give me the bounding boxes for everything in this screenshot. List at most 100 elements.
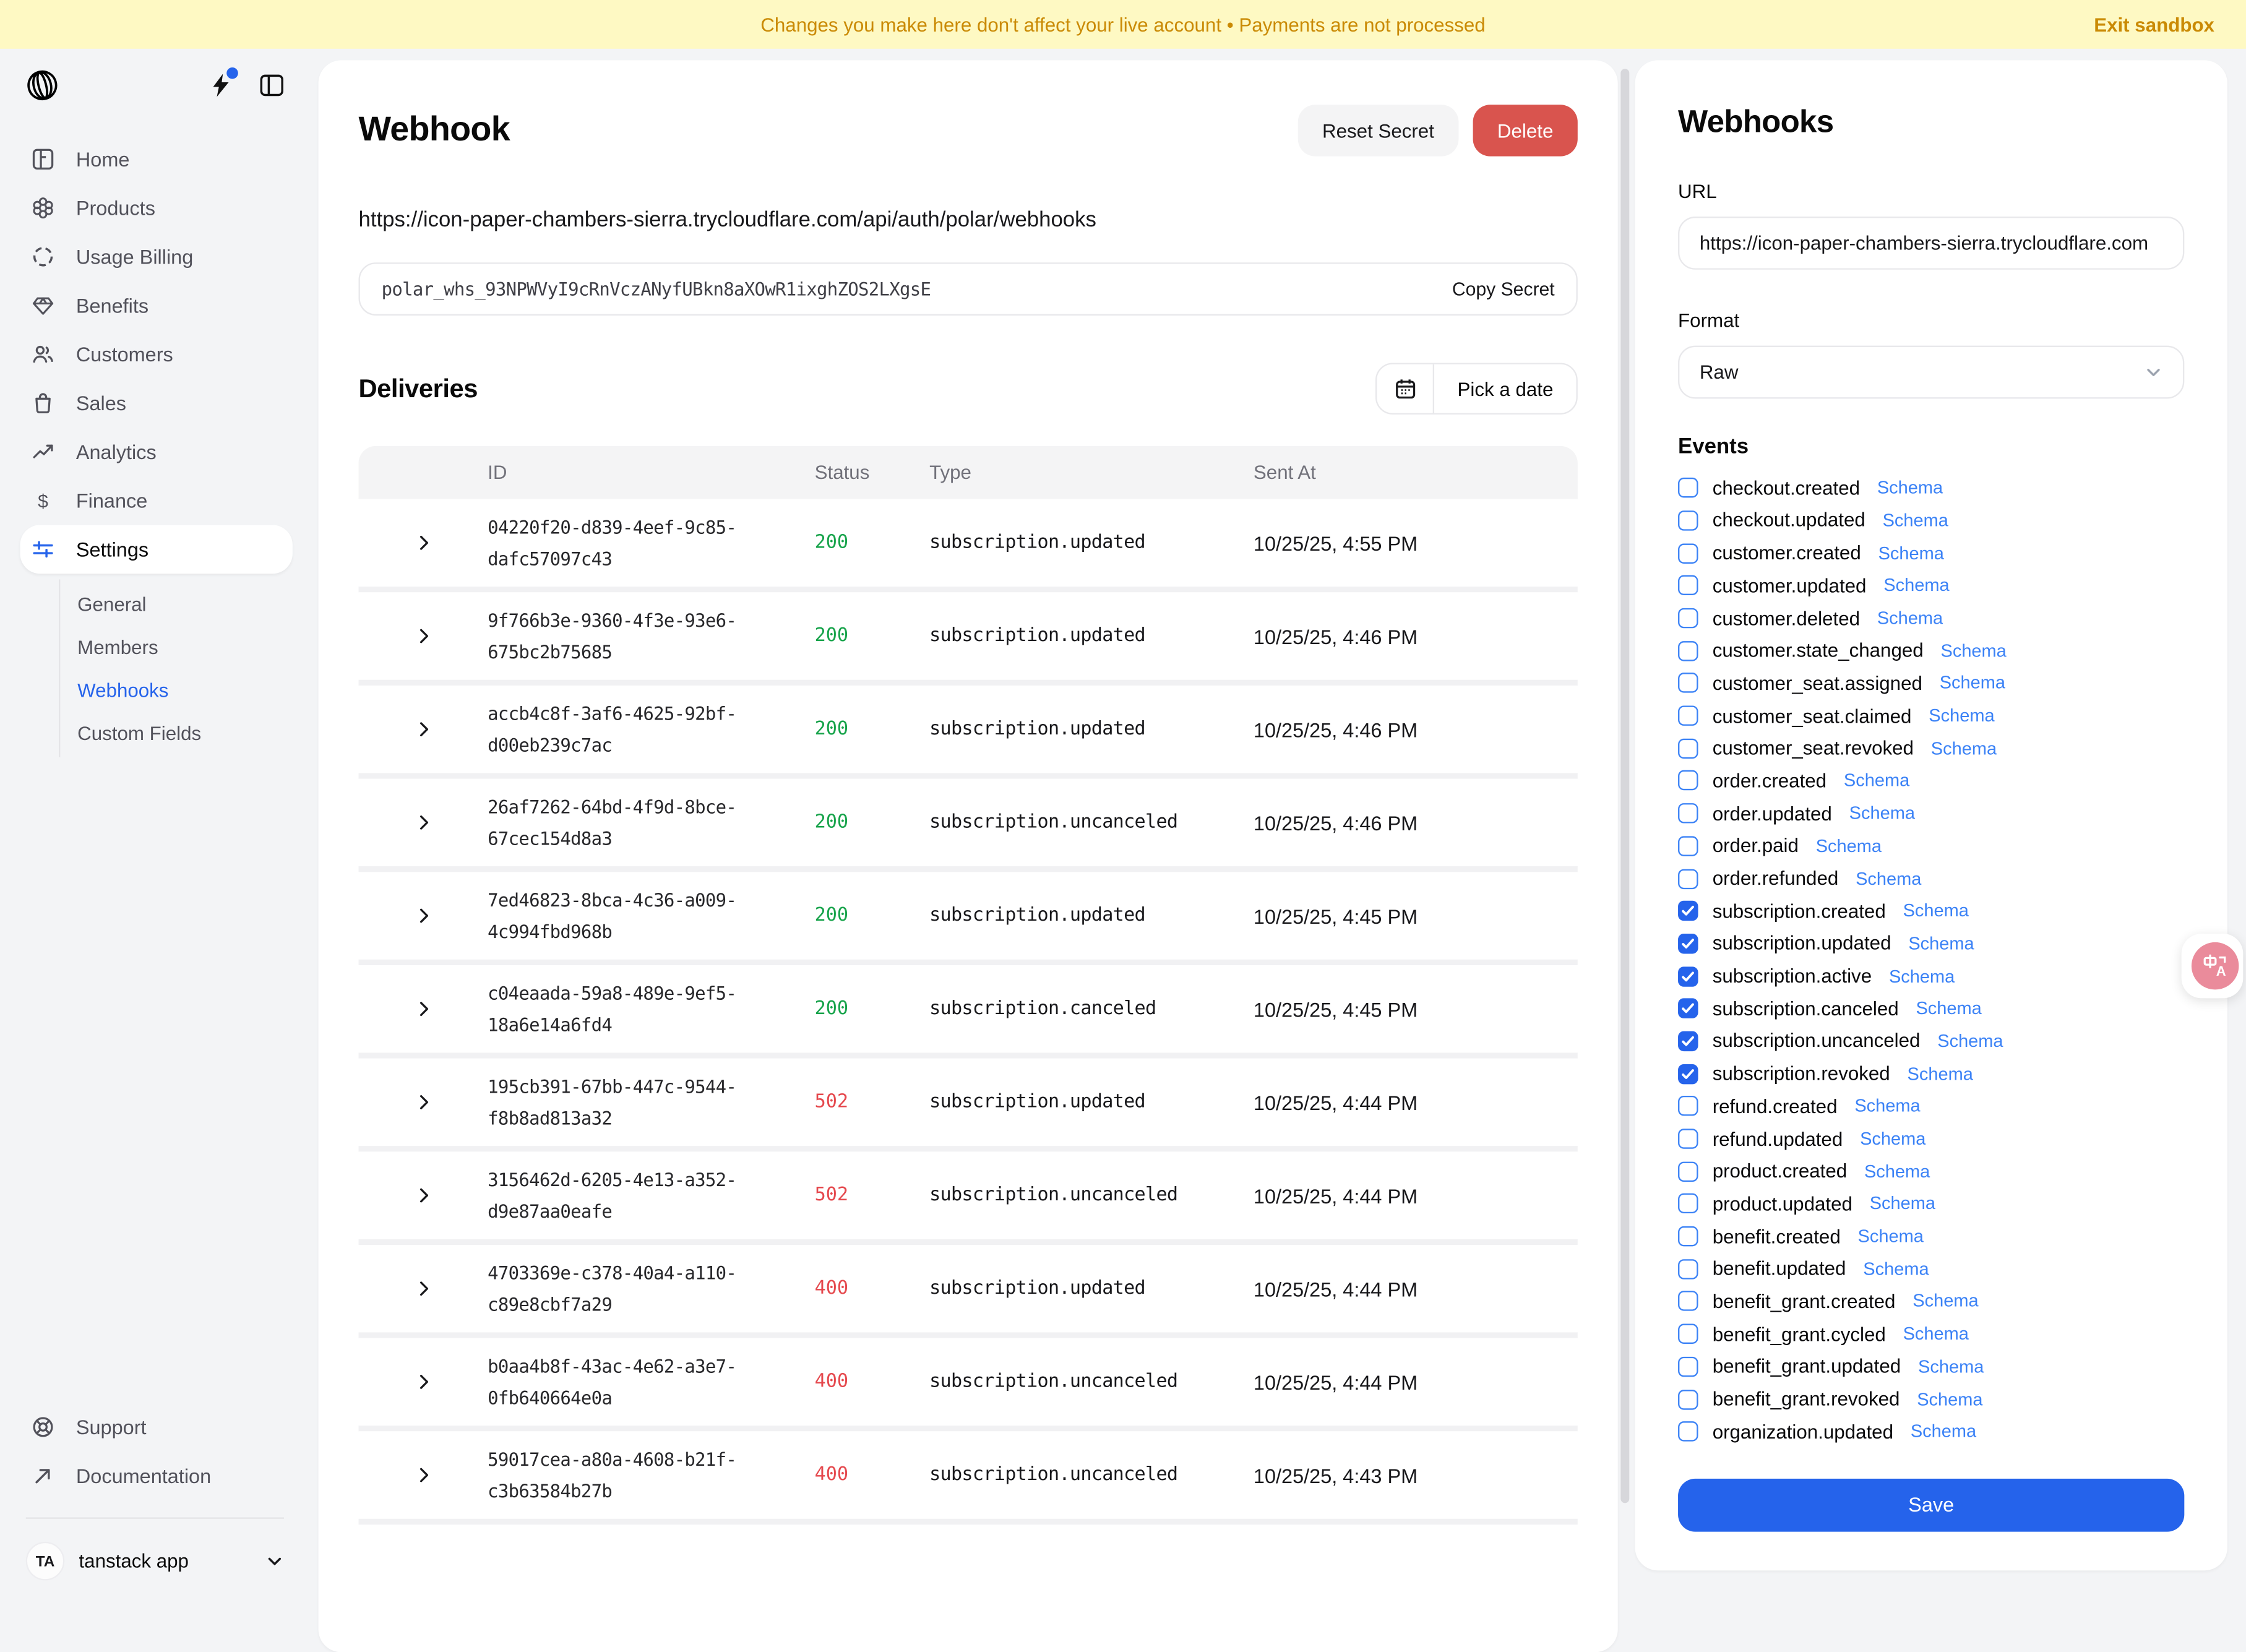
expand-row-chevron-icon[interactable]	[359, 998, 488, 1020]
pick-date-button[interactable]: Pick a date	[1375, 363, 1577, 414]
translate-icon[interactable]: A	[2192, 942, 2239, 989]
sidebar-item-finance[interactable]: $ Finance	[0, 476, 312, 525]
schema-link[interactable]: Schema	[1870, 1194, 1935, 1214]
event-checkbox[interactable]	[1678, 1389, 1698, 1409]
event-checkbox[interactable]	[1678, 608, 1698, 628]
delivery-row[interactable]: accb4c8f-3af6-4625-92bf-d00eb239c7ac 200…	[359, 686, 1578, 779]
expand-row-chevron-icon[interactable]	[359, 718, 488, 740]
delivery-row[interactable]: 04220f20-d839-4eef-9c85-dafc57097c43 200…	[359, 499, 1578, 593]
event-checkbox[interactable]	[1678, 1064, 1698, 1083]
delivery-row[interactable]: 195cb391-67bb-447c-9544-f8b8ad813a32 502…	[359, 1059, 1578, 1152]
event-checkbox[interactable]	[1678, 641, 1698, 661]
schema-link[interactable]: Schema	[1889, 966, 1955, 986]
schema-link[interactable]: Schema	[1931, 738, 1997, 758]
event-checkbox[interactable]	[1678, 869, 1698, 888]
save-button[interactable]: Save	[1678, 1478, 2184, 1531]
delete-button[interactable]: Delete	[1473, 105, 1578, 156]
schema-link[interactable]: Schema	[1937, 1031, 2003, 1051]
delivery-row[interactable]: 26af7262-64bd-4f9d-8bce-67cec154d8a3 200…	[359, 779, 1578, 872]
sidebar-item-home[interactable]: Home	[0, 135, 312, 184]
event-checkbox[interactable]	[1678, 966, 1698, 986]
schema-link[interactable]: Schema	[1856, 869, 1921, 888]
sidebar-item-products[interactable]: Products	[0, 184, 312, 233]
expand-row-chevron-icon[interactable]	[359, 626, 488, 647]
event-checkbox[interactable]	[1678, 1161, 1698, 1181]
schema-link[interactable]: Schema	[1863, 1259, 1929, 1279]
sidebar-item-benefits[interactable]: Benefits	[0, 281, 312, 330]
event-checkbox[interactable]	[1678, 510, 1698, 530]
sidebar-item-members[interactable]: Members	[60, 626, 312, 669]
schema-link[interactable]: Schema	[1858, 1226, 1924, 1246]
schema-link[interactable]: Schema	[1911, 1422, 1976, 1442]
event-checkbox[interactable]	[1678, 1324, 1698, 1344]
schema-link[interactable]: Schema	[1908, 934, 1974, 953]
expand-row-chevron-icon[interactable]	[359, 1465, 488, 1486]
sidebar-item-general[interactable]: General	[60, 582, 312, 626]
event-checkbox[interactable]	[1678, 706, 1698, 726]
schema-link[interactable]: Schema	[1877, 478, 1943, 498]
delivery-row[interactable]: c04eaada-59a8-489e-9ef5-18a6e14a6fd4 200…	[359, 965, 1578, 1059]
schema-link[interactable]: Schema	[1917, 1389, 1982, 1409]
schema-link[interactable]: Schema	[1877, 608, 1943, 628]
schema-link[interactable]: Schema	[1864, 1161, 1930, 1181]
exit-sandbox-link[interactable]: Exit sandbox	[2094, 14, 2214, 35]
schema-link[interactable]: Schema	[1903, 901, 1969, 921]
event-checkbox[interactable]	[1678, 771, 1698, 791]
format-select[interactable]: Raw	[1678, 346, 2184, 399]
schema-link[interactable]: Schema	[1908, 1064, 1973, 1083]
event-checkbox[interactable]	[1678, 1422, 1698, 1442]
copy-secret-button[interactable]: Copy Secret	[1452, 278, 1555, 300]
event-checkbox[interactable]	[1678, 1194, 1698, 1214]
expand-row-chevron-icon[interactable]	[359, 1091, 488, 1113]
event-checkbox[interactable]	[1678, 1031, 1698, 1051]
sidebar-item-analytics[interactable]: Analytics	[0, 428, 312, 476]
schema-link[interactable]: Schema	[1941, 641, 2007, 661]
event-checkbox[interactable]	[1678, 1259, 1698, 1279]
schema-link[interactable]: Schema	[1903, 1324, 1969, 1344]
schema-link[interactable]: Schema	[1844, 771, 1909, 791]
event-checkbox[interactable]	[1678, 1129, 1698, 1148]
expand-row-chevron-icon[interactable]	[359, 812, 488, 833]
notifications-bolt-icon[interactable]	[211, 72, 231, 97]
sidebar-item-sales[interactable]: Sales	[0, 379, 312, 428]
expand-row-chevron-icon[interactable]	[359, 1371, 488, 1393]
schema-link[interactable]: Schema	[1854, 1096, 1920, 1116]
polar-logo-icon[interactable]	[26, 68, 59, 101]
sidebar-item-custom-fields[interactable]: Custom Fields	[60, 712, 312, 755]
event-checkbox[interactable]	[1678, 1226, 1698, 1246]
expand-row-chevron-icon[interactable]	[359, 1278, 488, 1299]
sidebar-item-support[interactable]: Support	[0, 1403, 312, 1452]
collapse-sidebar-icon[interactable]	[260, 72, 284, 97]
delivery-row[interactable]: 4703369e-c378-40a4-a110-c89e8cbf7a29 400…	[359, 1245, 1578, 1338]
reset-secret-button[interactable]: Reset Secret	[1298, 105, 1459, 156]
schema-link[interactable]: Schema	[1918, 1357, 1984, 1377]
schema-link[interactable]: Schema	[1883, 575, 1949, 595]
sidebar-item-customers[interactable]: Customers	[0, 330, 312, 379]
sidebar-item-usage-billing[interactable]: Usage Billing	[0, 233, 312, 282]
schema-link[interactable]: Schema	[1849, 803, 1915, 823]
event-checkbox[interactable]	[1678, 575, 1698, 595]
event-checkbox[interactable]	[1678, 1357, 1698, 1377]
schema-link[interactable]: Schema	[1929, 706, 1994, 726]
event-checkbox[interactable]	[1678, 803, 1698, 823]
expand-row-chevron-icon[interactable]	[359, 532, 488, 554]
schema-link[interactable]: Schema	[1860, 1129, 1925, 1148]
event-checkbox[interactable]	[1678, 901, 1698, 921]
expand-row-chevron-icon[interactable]	[359, 905, 488, 927]
event-checkbox[interactable]	[1678, 999, 1698, 1018]
event-checkbox[interactable]	[1678, 1096, 1698, 1116]
schema-link[interactable]: Schema	[1878, 543, 1944, 563]
delivery-row[interactable]: 7ed46823-8bca-4c36-a009-4c994fbd968b 200…	[359, 872, 1578, 965]
event-checkbox[interactable]	[1678, 1291, 1698, 1311]
org-switcher[interactable]: TA tanstack app	[0, 1530, 312, 1598]
schema-link[interactable]: Schema	[1913, 1291, 1978, 1311]
schema-link[interactable]: Schema	[1816, 836, 1882, 856]
schema-link[interactable]: Schema	[1940, 673, 2005, 693]
sidebar-item-documentation[interactable]: Documentation	[0, 1452, 312, 1500]
delivery-row[interactable]: 9f766b3e-9360-4f3e-93e6-675bc2b75685 200…	[359, 592, 1578, 686]
delivery-row[interactable]: 3156462d-6205-4e13-a352-d9e87aa0eafe 502…	[359, 1151, 1578, 1245]
url-input[interactable]	[1700, 233, 2163, 254]
schema-link[interactable]: Schema	[1916, 999, 1981, 1018]
delivery-row[interactable]: b0aa4b8f-43ac-4e62-a3e7-0fb640664e0a 400…	[359, 1338, 1578, 1432]
event-checkbox[interactable]	[1678, 543, 1698, 563]
